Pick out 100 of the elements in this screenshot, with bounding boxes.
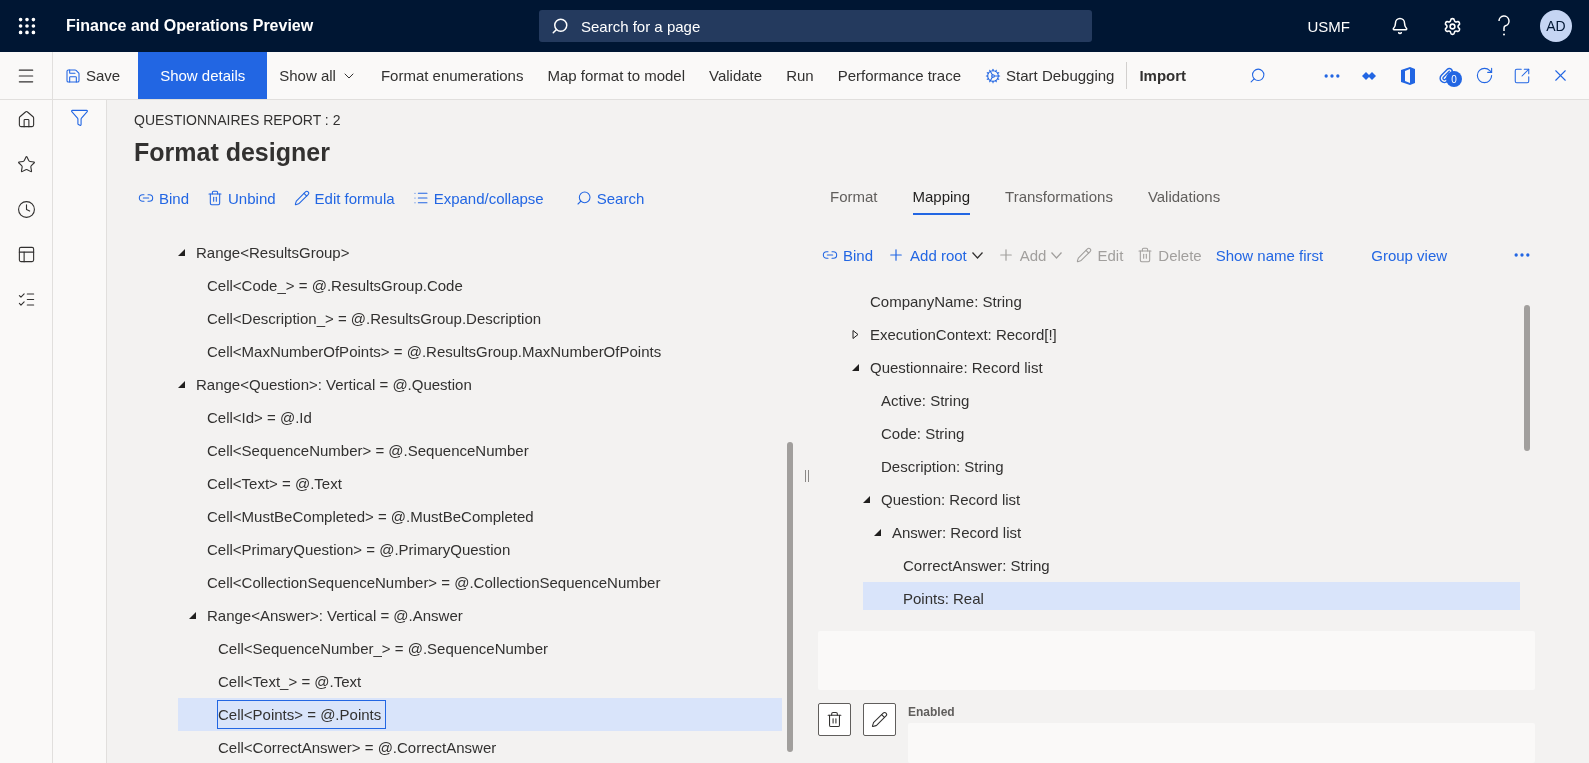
- tree-item[interactable]: Cell<Description_> = @.ResultsGroup.Description: [167, 302, 782, 335]
- save-icon: [65, 67, 81, 84]
- tree-item[interactable]: Question: Record list: [841, 482, 1520, 516]
- trash-icon: [207, 190, 224, 206]
- tree-item[interactable]: Questionnaire: Record list: [830, 350, 1520, 384]
- tree-item[interactable]: Points: Real: [863, 581, 1520, 610]
- trash-icon: [1137, 247, 1154, 264]
- tree-item-label: Cell<CollectionSequenceNumber> = @.CollectionSequenceNumber: [206, 573, 662, 593]
- save-button[interactable]: Save: [53, 52, 133, 99]
- tree-item[interactable]: Cell<Code_> = @.ResultsGroup.Code: [167, 269, 782, 302]
- tree-item[interactable]: Cell<MaxNumberOfPoints> = @.ResultsGroup.MaxNumberOfPoints: [167, 335, 782, 368]
- tree-item[interactable]: Cell<CorrectAnswer> = @.CorrectAnswer: [178, 731, 782, 763]
- link[interactable]: Show name first: [1211, 246, 1328, 264]
- toolbar-button[interactable]: Bind: [818, 246, 878, 264]
- start-debugging-button[interactable]: Start Debugging: [973, 52, 1127, 99]
- refresh-icon[interactable]: [1474, 66, 1494, 85]
- settings-icon[interactable]: [1442, 16, 1462, 36]
- search-field[interactable]: Search for a page: [539, 10, 1092, 42]
- scrollbar[interactable]: [1524, 304, 1530, 451]
- splitter-handle-icon[interactable]: [804, 470, 809, 482]
- tree-item-label: Cell<Code_> = @.ResultsGroup.Code: [206, 276, 464, 296]
- tree-item[interactable]: Code: String: [841, 416, 1520, 450]
- toolbar-button[interactable]: Unbind: [203, 189, 280, 207]
- tab[interactable]: Validations: [1147, 180, 1221, 216]
- tree-item[interactable]: Cell<Points> = @.Points: [178, 698, 782, 731]
- star-icon[interactable]: [16, 155, 36, 174]
- list-icon[interactable]: [16, 290, 36, 309]
- command-button[interactable]: Map format to model: [535, 52, 698, 99]
- tab[interactable]: Transformations: [1005, 180, 1113, 216]
- tree-item-label: Cell<SequenceNumber> = @.SequenceNumber: [206, 441, 530, 461]
- tree-item-label: Range<ResultsGroup>: [195, 243, 351, 263]
- tree-item[interactable]: ExecutionContext: Record[!]: [830, 317, 1520, 351]
- tree-item[interactable]: Range<Answer>: Vertical = @.Answer: [167, 599, 782, 632]
- toolbar-button[interactable]: Expand/collapse: [408, 189, 548, 207]
- tree-item[interactable]: Cell<PrimaryQuestion> = @.PrimaryQuestion: [167, 533, 782, 566]
- filter-icon[interactable]: [70, 108, 89, 127]
- expand-toggle-icon[interactable]: [862, 494, 871, 504]
- tab[interactable]: Format: [830, 180, 878, 216]
- tab[interactable]: Mapping: [912, 180, 971, 216]
- clock-icon[interactable]: [16, 200, 36, 219]
- tree-item-label: Question: Record list: [880, 489, 1022, 510]
- tree-item-label: ExecutionContext: Record[!]: [869, 324, 1058, 345]
- expand-toggle-icon[interactable]: [177, 380, 186, 389]
- attachments-count: 0: [1446, 71, 1462, 87]
- tree-item[interactable]: Cell<Id> = @.Id: [167, 401, 782, 434]
- diamonds-icon[interactable]: [1362, 69, 1378, 82]
- search-icon: [551, 17, 569, 35]
- tree-item-label: Cell<Text_> = @.Text: [217, 672, 363, 692]
- tree-item-label: Cell<MustBeCompleted> = @.MustBeCompleted: [206, 507, 535, 527]
- tree-item[interactable]: Cell<Text_> = @.Text: [178, 665, 782, 698]
- expand-toggle-icon[interactable]: [177, 248, 186, 257]
- tree-item[interactable]: Cell<MustBeCompleted> = @.MustBeCompleted: [167, 500, 782, 533]
- tree-item-label: Cell<MaxNumberOfPoints> = @.ResultsGroup.MaxNumberOfPoints: [206, 342, 663, 362]
- expand-toggle-icon[interactable]: [851, 362, 860, 372]
- tree-item[interactable]: Range<Question>: Vertical = @.Question: [156, 368, 782, 401]
- tree-item[interactable]: Cell<SequenceNumber> = @.SequenceNumber: [167, 434, 782, 467]
- tree-item-label: Points: Real: [902, 588, 985, 609]
- link[interactable]: Group view: [1367, 246, 1452, 264]
- tree-item-label: Cell<Text> = @.Text: [206, 474, 343, 494]
- tree-item[interactable]: Description: String: [841, 449, 1520, 483]
- command-button[interactable]: Format enumerations: [368, 52, 536, 99]
- popout-icon[interactable]: [1513, 66, 1531, 85]
- tree-item[interactable]: Cell<Text> = @.Text: [167, 467, 782, 500]
- command-button[interactable]: Validate: [697, 52, 775, 99]
- edit-button[interactable]: [863, 703, 896, 736]
- toolbar-button[interactable]: Search: [571, 189, 649, 207]
- bell-icon[interactable]: [1391, 17, 1409, 35]
- office-icon[interactable]: [1400, 66, 1416, 85]
- tree-item[interactable]: Cell<SequenceNumber_> = @.SequenceNumber: [178, 632, 782, 665]
- tree-item[interactable]: CorrectAnswer: String: [863, 548, 1520, 582]
- delete-button[interactable]: [818, 703, 851, 736]
- command-button[interactable]: Run: [774, 52, 826, 99]
- paperclip-icon[interactable]: [1437, 67, 1455, 84]
- help-icon[interactable]: [1497, 15, 1511, 37]
- home-icon[interactable]: [16, 110, 36, 129]
- tree-item-label: Answer: Record list: [891, 522, 1023, 543]
- import-button[interactable]: Import: [1127, 52, 1199, 99]
- search-icon: [575, 190, 592, 206]
- expand-toggle-icon[interactable]: [188, 611, 197, 620]
- show-all-button[interactable]: Show all: [267, 52, 369, 99]
- toolbar-button[interactable]: Add root: [883, 246, 987, 265]
- tree-item[interactable]: CompanyName: String: [830, 284, 1520, 318]
- tree-item-label: CorrectAnswer: String: [902, 555, 1051, 576]
- show-details-button[interactable]: Show details: [138, 52, 268, 99]
- search-icon[interactable]: [1248, 67, 1266, 84]
- command-button[interactable]: Performance trace: [825, 52, 974, 99]
- tree-item-label: Active: String: [880, 390, 971, 411]
- tree-item[interactable]: Cell<CollectionSequenceNumber> = @.CollectionSequenceNumber: [167, 566, 782, 599]
- tree-item[interactable]: Range<ResultsGroup>: [156, 236, 782, 269]
- tree-item[interactable]: Answer: Record list: [852, 515, 1520, 549]
- tree-item[interactable]: Active: String: [841, 383, 1520, 417]
- toolbar-button[interactable]: Bind: [134, 189, 194, 207]
- workspace-icon[interactable]: [16, 245, 36, 264]
- toolbar-button[interactable]: Edit formula: [289, 189, 399, 207]
- tree-item-label: Cell<PrimaryQuestion> = @.PrimaryQuestion: [206, 540, 512, 560]
- expand-toggle-icon[interactable]: [873, 527, 882, 537]
- scrollbar[interactable]: [787, 442, 793, 752]
- company-name[interactable]: USMF: [1307, 17, 1350, 35]
- user-avatar[interactable]: AD: [1540, 10, 1572, 42]
- expand-toggle-icon[interactable]: [851, 329, 860, 339]
